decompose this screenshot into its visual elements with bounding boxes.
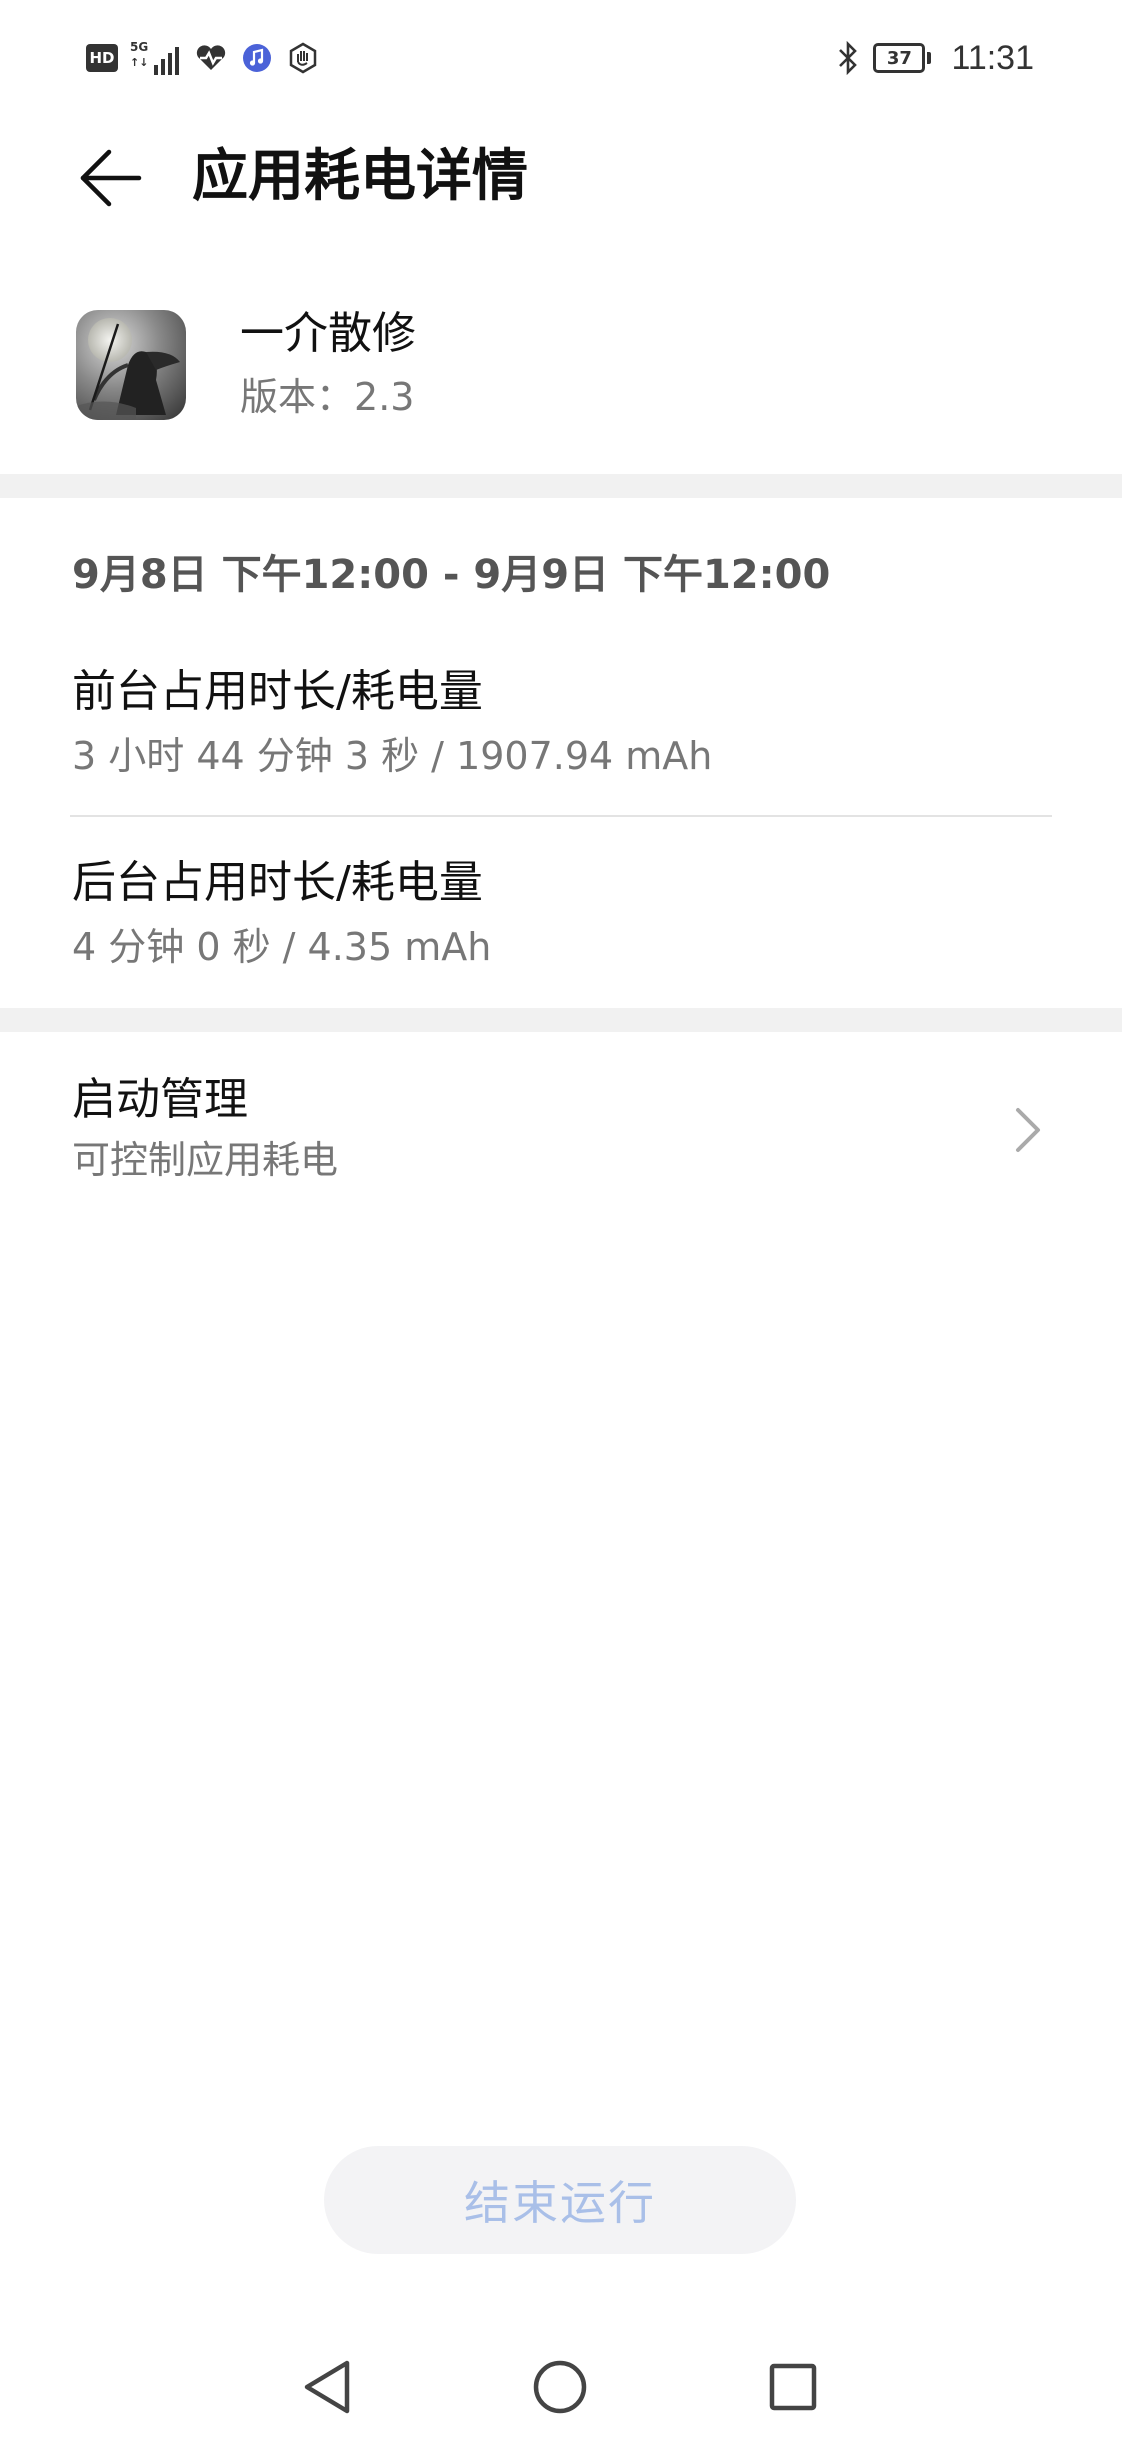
circle-home-icon (533, 2360, 587, 2414)
foreground-usage: 前台占用时长/耗电量 3 小时 44 分钟 3 秒 / 1907.94 mAh (72, 662, 1052, 784)
triangle-back-icon (304, 2360, 350, 2414)
background-usage-value: 4 分钟 0 秒 / 4.35 mAh (72, 925, 492, 969)
app-version: 版本：2.3 (240, 372, 414, 422)
app-name: 一介散修 (240, 308, 416, 359)
row-divider (70, 815, 1052, 817)
battery-level: 37 (873, 43, 926, 73)
background-usage: 后台占用时长/耗电量 4 分钟 0 秒 / 4.35 mAh (72, 853, 1052, 975)
hand-icon (286, 41, 320, 75)
signal-5g-icon: 5G ↑↓ (130, 41, 182, 75)
status-bar-left: HD 5G ↑↓ (86, 38, 320, 78)
app-bar: 应用耗电详情 (0, 120, 1122, 240)
square-recents-icon (769, 2363, 817, 2411)
section-divider (0, 474, 1122, 498)
nav-home-button[interactable] (525, 2352, 595, 2422)
startup-management-row[interactable]: 启动管理 可控制应用耗电 (0, 1032, 1122, 1202)
bluetooth-icon (835, 40, 861, 76)
hd-icon: HD (86, 44, 118, 72)
health-icon (194, 41, 228, 75)
foreground-usage-title: 前台占用时长/耗电量 (72, 666, 483, 717)
date-range: 9月8日 下午12:00 - 9月9日 下午12:00 (72, 552, 831, 598)
background-usage-title: 后台占用时长/耗电量 (72, 857, 483, 908)
screen: HD 5G ↑↓ 37 11:31 应用耗电详情 一介散修 版本：2.3 9月8… (0, 0, 1122, 2442)
foreground-usage-value: 3 小时 44 分钟 3 秒 / 1907.94 mAh (72, 734, 713, 778)
nav-recents-button[interactable] (758, 2352, 828, 2422)
app-info: 一介散修 版本：2.3 (0, 280, 1122, 470)
arrow-left-icon (80, 149, 142, 207)
chevron-right-icon (1016, 1108, 1040, 1152)
back-button[interactable] (72, 140, 148, 216)
version-label: 版本： (240, 375, 355, 419)
network-type: 5G (130, 40, 149, 54)
startup-management-title: 启动管理 (72, 1074, 248, 1125)
clock: 11:31 (951, 38, 1034, 77)
battery-icon: 37 (873, 43, 932, 73)
end-running-button[interactable]: 结束运行 (324, 2146, 796, 2254)
nav-back-button[interactable] (292, 2352, 362, 2422)
status-bar-right: 37 11:31 (835, 34, 1034, 82)
section-divider (0, 1008, 1122, 1032)
page-title: 应用耗电详情 (192, 144, 528, 209)
version-value: 2.3 (354, 375, 415, 419)
navigation-bar (0, 2330, 1122, 2442)
status-bar: HD 5G ↑↓ 37 11:31 (0, 0, 1122, 120)
app-icon (76, 310, 186, 420)
network-activity: ↑↓ (130, 56, 149, 69)
music-icon (240, 41, 274, 75)
startup-management-subtitle: 可控制应用耗电 (72, 1138, 339, 1182)
